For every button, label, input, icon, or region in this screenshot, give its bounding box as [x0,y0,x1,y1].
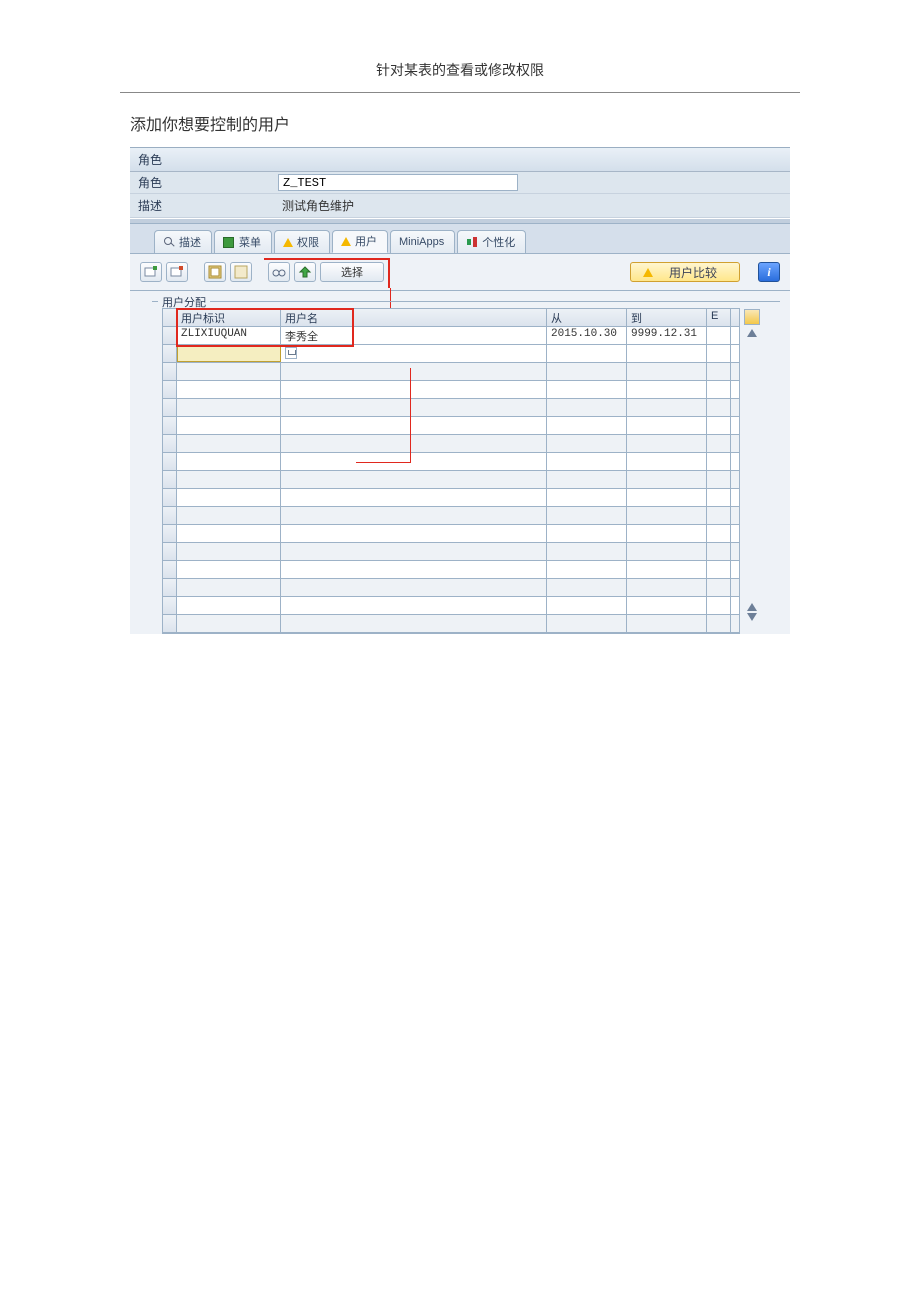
col-name-header[interactable]: 用户名 [281,309,547,326]
scroll-down-button[interactable] [747,613,757,621]
user-assignment-group: 用户分配 用户标识 用户名 从 到 E ZLIXIUQUAN 李秀全 [152,301,780,634]
tabstrip: 描述 菜单 权限 用户 MiniApps 个性化 [130,224,790,254]
tab-personalize-label: 个性化 [482,234,515,250]
tab-personalize[interactable]: 个性化 [457,230,526,253]
rownum-cell[interactable] [163,327,177,344]
cell-to[interactable]: 9999.12.31 [627,327,707,344]
expand-button[interactable] [294,262,316,282]
doc-divider [120,92,800,93]
input-cell-ext[interactable] [707,345,731,362]
scroll-up-small-button[interactable] [747,603,757,611]
rownum-header [163,309,177,326]
role-input[interactable] [278,174,518,191]
insert-row-button[interactable] [140,262,162,282]
desc-row: 描述 测试角色维护 [130,194,790,218]
user-compare-label: 用户比较 [669,264,717,281]
info-icon: i [767,265,770,280]
table-empty-row[interactable] [163,561,739,579]
expand-icon [298,265,312,279]
tab-auth[interactable]: 权限 [274,230,330,253]
table-empty-row[interactable] [163,417,739,435]
deselect-all-icon [234,265,248,279]
tab-user-label: 用户 [355,233,377,249]
tab-content: 选择 用户比较 i 用户分配 用户标识 用户名 [130,254,790,634]
doc-subtitle: 添加你想要控制的用户 [130,111,920,135]
table-empty-row[interactable] [163,399,739,417]
glasses-button[interactable] [268,262,290,282]
table-empty-row[interactable] [163,435,739,453]
glasses-icon [272,265,286,279]
table-wrap: 用户标识 用户名 从 到 E ZLIXIUQUAN 李秀全 2015.10.30… [162,308,780,634]
table-empty-row[interactable] [163,525,739,543]
table-empty-row[interactable] [163,489,739,507]
table-empty-row[interactable] [163,615,739,633]
scroll-track[interactable] [744,337,780,599]
table-empty-row[interactable] [163,363,739,381]
column-config-button[interactable] [744,309,760,325]
tab-miniapps[interactable]: MiniApps [390,230,455,253]
magnify-icon [163,236,175,248]
doc-title: 针对某表的查看或修改权限 [0,0,920,92]
tab-menu-label: 菜单 [239,234,261,250]
delete-row-icon [170,265,184,279]
square-green-icon [223,236,235,248]
toolbar: 选择 用户比较 i [130,254,790,291]
role-label: 角色 [138,174,278,191]
scroll-up-button[interactable] [747,329,757,337]
input-cell-to[interactable] [627,345,707,362]
cell-ext[interactable] [707,327,731,344]
panel-header: 角色 [130,148,790,172]
tab-user[interactable]: 用户 [332,230,388,253]
insert-row-icon [144,265,158,279]
col-ext-header[interactable]: E [707,309,731,326]
triangle-yellow-icon [283,238,293,247]
select-all-button[interactable] [204,262,226,282]
role-row: 角色 [130,172,790,194]
tab-auth-label: 权限 [297,234,319,250]
table-empty-row[interactable] [163,381,739,399]
table-empty-row[interactable] [163,597,739,615]
desc-value: 测试角色维护 [278,196,358,215]
table-empty-row[interactable] [163,507,739,525]
input-cell-from[interactable] [547,345,627,362]
table-empty-row[interactable] [163,453,739,471]
deselect-all-button[interactable] [230,262,252,282]
tab-desc-label: 描述 [179,234,201,250]
panel-header-label: 角色 [138,153,162,167]
cell-id[interactable]: ZLIXIUQUAN [177,327,281,344]
col-to-header[interactable]: 到 [627,309,707,326]
table-header-row: 用户标识 用户名 从 到 E [163,309,739,327]
tab-miniapps-label: MiniApps [399,236,444,248]
desc-label: 描述 [138,197,278,214]
scrollbar-strip [740,308,780,634]
info-button[interactable]: i [758,262,780,282]
rownum-cell[interactable] [163,345,177,362]
sap-window: 角色 角色 描述 测试角色维护 描述 菜单 权限 用户 MiniApps [130,147,790,634]
select-button[interactable]: 选择 [320,262,384,282]
table-row[interactable]: ZLIXIUQUAN 李秀全 2015.10.30 9999.12.31 [163,327,739,345]
table-input-row[interactable] [163,345,739,363]
col-id-header[interactable]: 用户标识 [177,309,281,326]
cell-from[interactable]: 2015.10.30 [547,327,627,344]
delete-row-button[interactable] [166,262,188,282]
f4-help-icon[interactable] [285,347,297,359]
user-table: 用户标识 用户名 从 到 E ZLIXIUQUAN 李秀全 2015.10.30… [162,308,740,634]
select-all-icon [208,265,222,279]
col-from-header[interactable]: 从 [547,309,627,326]
tab-menu[interactable]: 菜单 [214,230,272,253]
personalize-icon [466,236,478,248]
input-cell-name[interactable] [281,345,547,362]
user-compare-button[interactable]: 用户比较 [630,262,740,282]
input-cell-id[interactable] [177,345,281,362]
triangle-yellow-icon [643,268,653,277]
cell-name[interactable]: 李秀全 [281,327,547,344]
triangle-yellow-icon [341,237,351,246]
table-empty-row[interactable] [163,543,739,561]
select-button-label: 选择 [341,264,363,280]
tab-desc[interactable]: 描述 [154,230,212,253]
table-empty-row[interactable] [163,471,739,489]
table-empty-row[interactable] [163,579,739,597]
